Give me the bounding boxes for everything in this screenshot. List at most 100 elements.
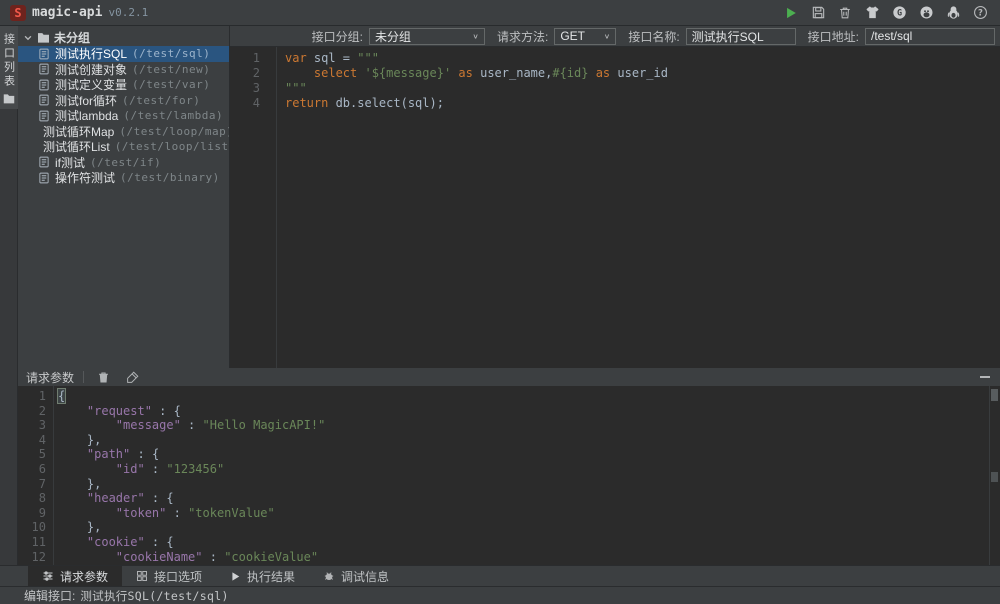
tree-item-api[interactable]: 操作符测试 (/test/binary) bbox=[18, 170, 229, 186]
code-line: 10 }, bbox=[18, 520, 1000, 535]
tree-item-api[interactable]: 测试循环List (/test/loop/list) bbox=[18, 139, 229, 155]
api-name: 测试执行SQL bbox=[55, 45, 127, 62]
api-path: (/test/new) bbox=[132, 63, 210, 76]
app-logo: S bbox=[10, 5, 26, 21]
request-panel: 请求参数 bbox=[18, 368, 1000, 565]
code-line: 6 "id" : "123456" bbox=[18, 462, 1000, 477]
api-name: if测试 bbox=[55, 154, 85, 171]
api-file-icon bbox=[38, 63, 50, 75]
code-line: 2 "request" : { bbox=[18, 404, 1000, 419]
api-file-icon bbox=[38, 172, 50, 184]
api-path-input[interactable]: /test/sql bbox=[865, 28, 995, 45]
code-line: 1{ bbox=[18, 389, 1000, 404]
tab-request-params[interactable]: 请求参数 bbox=[28, 566, 122, 586]
api-file-icon bbox=[38, 79, 50, 91]
name-label: 接口名称: bbox=[628, 28, 679, 45]
api-path: (/test/lambda) bbox=[123, 109, 223, 122]
app-version: v0.2.1 bbox=[108, 6, 148, 19]
api-file-icon bbox=[38, 94, 50, 106]
api-name: 测试定义变量 bbox=[55, 76, 127, 93]
request-panel-header: 请求参数 bbox=[18, 368, 1000, 386]
chevron-down-icon bbox=[23, 33, 33, 43]
scrollbar-thumb[interactable] bbox=[991, 389, 998, 401]
save-icon[interactable] bbox=[808, 4, 828, 22]
status-value: 测试执行SQL(/test/sql) bbox=[80, 588, 228, 604]
params-icon bbox=[42, 570, 54, 582]
script-editor[interactable]: 1var sql = """2 select '${message}' as u… bbox=[230, 47, 1000, 368]
scrollbar-track[interactable] bbox=[989, 386, 1000, 565]
tree-item-api[interactable]: if测试 (/test/if) bbox=[18, 155, 229, 171]
result-icon bbox=[230, 571, 241, 582]
code-line: 3 "message" : "Hello MagicAPI!" bbox=[18, 418, 1000, 433]
api-path: (/test/var) bbox=[132, 78, 210, 91]
code-line: 9 "token" : "tokenValue" bbox=[18, 506, 1000, 521]
tree-item-api[interactable]: 测试lambda (/test/lambda) bbox=[18, 108, 229, 124]
minimize-icon[interactable] bbox=[978, 370, 992, 384]
code-line: 12 "cookieName" : "cookieValue" bbox=[18, 550, 1000, 565]
group-label: 接口分组: bbox=[312, 28, 363, 45]
run-icon[interactable] bbox=[781, 4, 801, 22]
api-file-icon bbox=[38, 156, 50, 168]
api-tree-panel: 未分组 测试执行SQL (/test/sql) 测试创建对象 (/test/ne… bbox=[18, 26, 230, 368]
request-panel-title: 请求参数 bbox=[26, 369, 74, 386]
tab-api-options[interactable]: 接口选项 bbox=[122, 566, 216, 586]
code-line: 4 }, bbox=[18, 433, 1000, 448]
api-path: (/test/loop/map) bbox=[119, 125, 230, 138]
format-icon[interactable] bbox=[122, 368, 142, 386]
chevron-down-icon: ∨ bbox=[604, 32, 611, 41]
method-select[interactable]: GET∨ bbox=[554, 28, 616, 45]
api-name: 测试创建对象 bbox=[55, 61, 127, 78]
folder-icon bbox=[3, 93, 15, 104]
code-line: 5 "path" : { bbox=[18, 447, 1000, 462]
help-icon[interactable]: ? bbox=[970, 4, 990, 22]
tree-item-api[interactable]: 测试执行SQL (/test/sql) bbox=[18, 46, 229, 62]
tree-item-api[interactable]: 测试循环Map (/test/loop/map) bbox=[18, 124, 229, 140]
options-icon bbox=[136, 570, 148, 582]
app-title: magic-api bbox=[32, 5, 102, 20]
api-file-icon bbox=[38, 110, 50, 122]
tab-run-result[interactable]: 执行结果 bbox=[216, 566, 309, 586]
path-label: 接口地址: bbox=[808, 28, 859, 45]
code-line: 2 select '${message}' as user_name,#{id}… bbox=[230, 66, 1000, 81]
delete-icon[interactable] bbox=[835, 4, 855, 22]
tree-group-ungrouped[interactable]: 未分组 bbox=[18, 29, 229, 46]
api-name: 测试循环Map bbox=[43, 123, 114, 140]
top-bar: S magic-api v0.2.1 G bbox=[0, 0, 1000, 26]
bottom-tabs-bar: 请求参数 接口选项 执行结果 调试信息 bbox=[0, 565, 1000, 586]
status-label: 编辑接口: bbox=[24, 587, 75, 604]
api-name: 测试for循环 bbox=[55, 92, 117, 109]
magic-api-window: S magic-api v0.2.1 G bbox=[0, 0, 1000, 604]
api-path: (/test/binary) bbox=[120, 171, 220, 184]
delete-icon[interactable] bbox=[93, 368, 113, 386]
code-line: 7 }, bbox=[18, 477, 1000, 492]
tree-item-api[interactable]: 测试for循环 (/test/for) bbox=[18, 93, 229, 109]
folder-icon bbox=[37, 32, 50, 43]
tab-debug-info[interactable]: 调试信息 bbox=[309, 566, 403, 586]
tree-item-api[interactable]: 测试创建对象 (/test/new) bbox=[18, 62, 229, 78]
api-name: 测试lambda bbox=[55, 107, 118, 124]
request-json-editor[interactable]: 1{2 "request" : {3 "message" : "Hello Ma… bbox=[18, 386, 1000, 565]
method-label: 请求方法: bbox=[497, 28, 548, 45]
theme-icon[interactable] bbox=[862, 4, 882, 22]
code-line: 1var sql = """ bbox=[230, 51, 1000, 66]
api-path: (/test/if) bbox=[90, 156, 161, 169]
api-path: (/test/for) bbox=[122, 94, 200, 107]
qq-icon[interactable] bbox=[943, 4, 963, 22]
api-path: (/test/sql) bbox=[132, 47, 210, 60]
left-tool-strip: 接口列表 bbox=[0, 26, 18, 565]
tree-group-label: 未分组 bbox=[54, 29, 90, 46]
api-form-toolbar: 接口分组: 未分组∨ 请求方法: GET∨ 接口名称: 测试执行SQL 接口地址… bbox=[230, 26, 1000, 47]
divider bbox=[83, 371, 84, 383]
code-line: 3""" bbox=[230, 81, 1000, 96]
api-path: (/test/loop/list) bbox=[115, 140, 230, 153]
tree-item-api[interactable]: 测试定义变量 (/test/var) bbox=[18, 77, 229, 93]
api-name-input[interactable]: 测试执行SQL bbox=[686, 28, 796, 45]
debug-icon bbox=[323, 570, 335, 582]
github-icon[interactable] bbox=[916, 4, 936, 22]
gitee-icon[interactable]: G bbox=[889, 4, 909, 22]
group-select[interactable]: 未分组∨ bbox=[369, 28, 485, 45]
api-list-vertical-tab[interactable]: 接口列表 bbox=[0, 26, 18, 109]
api-file-icon bbox=[38, 48, 50, 60]
svg-text:G: G bbox=[896, 8, 901, 18]
code-line: 11 "cookie" : { bbox=[18, 535, 1000, 550]
